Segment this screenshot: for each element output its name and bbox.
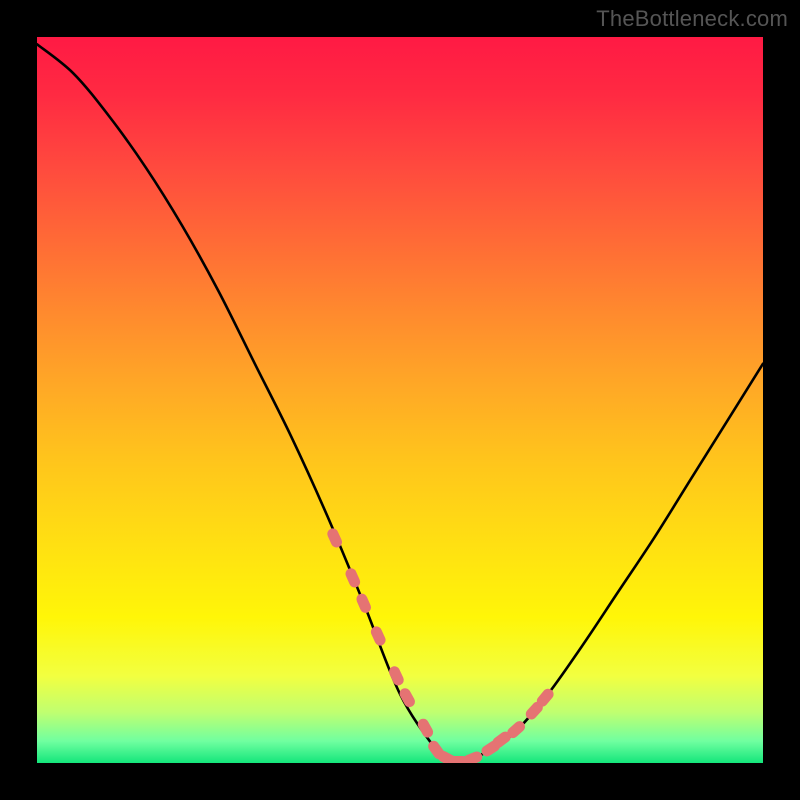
marker-dot [355,592,373,615]
marker-dot [344,566,362,589]
watermark-text: TheBottleneck.com [596,6,788,32]
chart-frame: TheBottleneck.com [0,0,800,800]
marker-dot [369,625,387,648]
chart-svg [37,37,763,763]
bottleneck-curve [37,44,763,763]
plot-area [37,37,763,763]
marker-dot [416,717,435,740]
marker-dot [461,750,484,763]
curve-markers [326,527,556,763]
